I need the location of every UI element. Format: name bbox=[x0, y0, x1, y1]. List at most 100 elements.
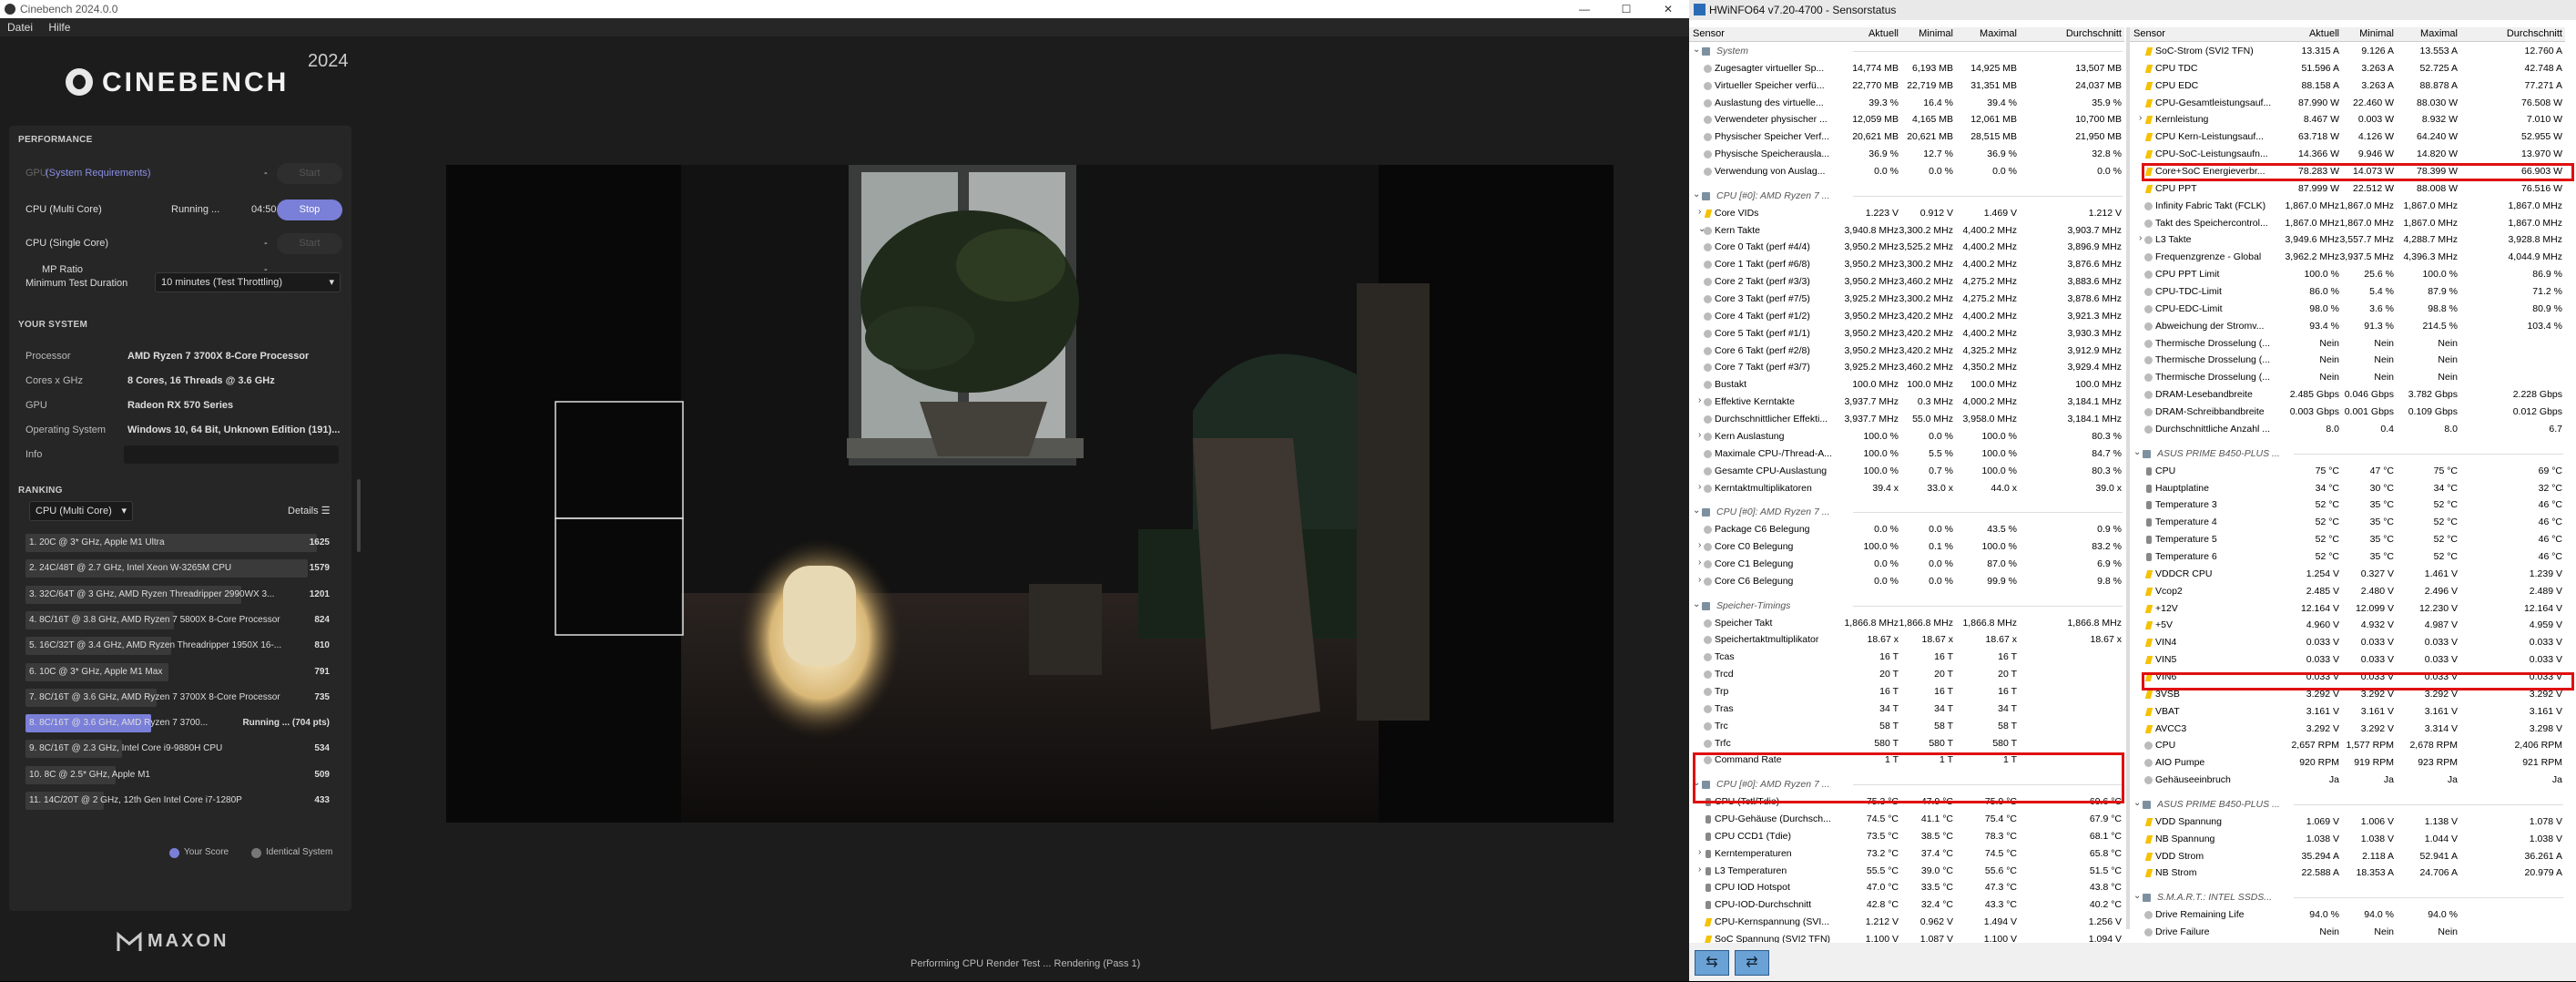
sensor-row[interactable]: Trcd 20 T 20 T 20 T bbox=[1689, 667, 2124, 682]
sensor-group-header[interactable]: ⌄ System bbox=[1689, 44, 2124, 59]
sensor-row[interactable]: › Core C6 Belegung 0.0 % 0.0 % 99.9 % 9.8 % bbox=[1689, 574, 2124, 589]
sensor-group-header[interactable]: ⌄ ASUS PRIME B450-PLUS ... bbox=[2130, 797, 2565, 813]
ranking-row[interactable]: 3. 32C/64T @ 3 GHz, AMD Ryzen Threadripp… bbox=[25, 585, 335, 604]
sensor-row[interactable]: Gehäuseeinbruch Ja Ja Ja Ja bbox=[2130, 772, 2565, 788]
sensor-row[interactable]: › Effektive Kerntakte 3,937.7 MHz 0.3 MHz 4,… bbox=[1689, 394, 2124, 410]
sensor-row[interactable]: Trfc 580 T 580 T 580 T bbox=[1689, 736, 2124, 752]
sensor-row[interactable]: CPU 75 °C 47 °C 75 °C 69 °C bbox=[2130, 464, 2565, 479]
sensor-row[interactable]: CPU TDC 51.596 A 3.263 A 52.725 A 42.748 A bbox=[2130, 61, 2565, 77]
sensor-row[interactable]: › Core VIDs 1.223 V 0.912 V 1.469 V 1.212 V bbox=[1689, 206, 2124, 221]
sensor-row[interactable]: › Kerntemperaturen 73.2 °C 37.4 °C 74.5 °C 65… bbox=[1689, 846, 2124, 862]
sensor-row[interactable]: VIN4 0.033 V 0.033 V 0.033 V 0.033 V bbox=[2130, 635, 2565, 650]
collapse-icon[interactable]: ⌄ bbox=[1693, 189, 1700, 199]
sensor-row[interactable]: VBAT 3.161 V 3.161 V 3.161 V 3.161 V bbox=[2130, 704, 2565, 720]
column-header[interactable]: Durchschnitt bbox=[2507, 28, 2562, 39]
chevron-right-icon[interactable]: › bbox=[2139, 113, 2142, 123]
details-button[interactable]: Details ☰ bbox=[288, 505, 331, 517]
maximize-button[interactable]: ☐ bbox=[1605, 0, 1647, 18]
sensor-row[interactable]: Temperature 3 52 °C 35 °C 52 °C 46 °C bbox=[2130, 497, 2565, 513]
sensor-row[interactable]: Speicher Takt 1,866.8 MHz 1,866.8 MHz 1,866… bbox=[1689, 616, 2124, 631]
sensor-row[interactable]: Drive Remaining Life 94.0 % 94.0 % 94.0 % bbox=[2130, 907, 2565, 923]
chevron-right-icon[interactable]: › bbox=[2139, 233, 2142, 243]
sensor-row[interactable]: Auslastung des virtuelle... 39.3 % 16.4 % 3… bbox=[1689, 96, 2124, 111]
sensor-row[interactable]: +5V 4.960 V 4.932 V 4.987 V 4.959 V bbox=[2130, 618, 2565, 633]
sensor-row[interactable]: CPU-Kernspannung (SVI... 1.212 V 0.962 V 1.… bbox=[1689, 915, 2124, 930]
sensor-group-header[interactable]: ⌄ CPU [#0]: AMD Ryzen 7 ... bbox=[1689, 189, 2124, 204]
sensor-row[interactable]: Takt des Speichercontrol... 1,867.0 MHz 1,… bbox=[2130, 216, 2565, 231]
chevron-right-icon[interactable]: › bbox=[1698, 482, 1701, 492]
sensor-row[interactable]: Infinity Fabric Takt (FCLK) 1,867.0 MHz 1,… bbox=[2130, 199, 2565, 214]
start-button[interactable]: Start bbox=[277, 233, 342, 254]
sensor-row[interactable]: Durchschnittliche Anzahl ... 8.0 0.4 8.0 6.7 bbox=[2130, 422, 2565, 437]
column-header[interactable]: Maximal bbox=[2420, 28, 2458, 39]
stop-button[interactable]: Stop bbox=[277, 199, 342, 220]
ranking-row[interactable]: 6. 10C @ 3* GHz, Apple M1 Max 791 bbox=[25, 662, 335, 681]
sensor-row[interactable]: Gesamte CPU-Auslastung 100.0 % 0.7 % 100.0 … bbox=[1689, 464, 2124, 479]
sensor-row[interactable]: CPU EDC 88.158 A 3.263 A 88.878 A 77.271 A bbox=[2130, 78, 2565, 94]
sensor-row[interactable]: Trc 58 T 58 T 58 T bbox=[1689, 719, 2124, 734]
sensor-group-header[interactable]: ⌄ CPU [#0]: AMD Ryzen 7 ... bbox=[1689, 505, 2124, 520]
sensor-row[interactable]: CPU IOD Hotspot 47.0 °C 33.5 °C 47.3 °C 43.8… bbox=[1689, 880, 2124, 895]
chevron-right-icon[interactable]: › bbox=[1698, 575, 1701, 585]
sensor-row[interactable]: Zugesagter virtueller Sp... 14,774 MB 6,19… bbox=[1689, 61, 2124, 77]
sensor-row[interactable]: ⌄ Kern Takte 3,940.8 MHz 3,300.2 MHz 4,400.2… bbox=[1689, 223, 2124, 239]
ranking-row[interactable]: 9. 8C/16T @ 2.3 GHz, Intel Core i9-9880H… bbox=[25, 740, 335, 759]
sensor-row[interactable]: Thermische Drosselung (... Nein Nein Nein bbox=[2130, 336, 2565, 352]
sensor-row[interactable]: Tcas 16 T 16 T 16 T bbox=[1689, 650, 2124, 665]
sensor-row[interactable]: AVCC3 3.292 V 3.292 V 3.314 V 3.298 V bbox=[2130, 721, 2565, 737]
sensor-row[interactable]: › Core C0 Belegung 100.0 % 0.1 % 100.0 % 83.2… bbox=[1689, 539, 2124, 555]
sensor-row[interactable]: CPU Kern-Leistungsauf... 63.718 W 4.126 W 6… bbox=[2130, 129, 2565, 145]
sensor-row[interactable]: Hauptplatine 34 °C 30 °C 34 °C 32 °C bbox=[2130, 481, 2565, 496]
sensor-row[interactable]: › Kern Auslastung 100.0 % 0.0 % 100.0 % 80.3 … bbox=[1689, 429, 2124, 445]
sensor-group-header[interactable]: ⌄ ASUS PRIME B450-PLUS ... bbox=[2130, 446, 2565, 462]
ranking-row[interactable]: 10. 8C @ 2.5* GHz, Apple M1 509 bbox=[25, 765, 335, 784]
sensor-row[interactable]: Trp 16 T 16 T 16 T bbox=[1689, 684, 2124, 700]
chevron-right-icon[interactable]: › bbox=[1698, 540, 1701, 550]
column-header[interactable]: Durchschnitt bbox=[2066, 28, 2122, 39]
sensor-row[interactable]: Core 1 Takt (perf #6/8) 3,950.2 MHz 3,300.… bbox=[1689, 257, 2124, 272]
sensor-group-header[interactable]: ⌄ S.M.A.R.T.: INTEL SSDS... bbox=[2130, 890, 2565, 905]
sensor-row[interactable]: Vcop2 2.485 V 2.480 V 2.496 V 2.489 V bbox=[2130, 584, 2565, 599]
ranking-select[interactable]: CPU (Multi Core) ▾ bbox=[29, 501, 133, 521]
minimize-button[interactable]: — bbox=[1563, 0, 1605, 18]
sensor-row[interactable]: NB Spannung 1.038 V 1.038 V 1.044 V 1.038 V bbox=[2130, 832, 2565, 847]
sensor-row[interactable]: Thermische Drosselung (... Nein Nein Nein bbox=[2130, 353, 2565, 368]
collapse-icon[interactable]: ⌄ bbox=[2133, 891, 2141, 901]
sensor-row[interactable]: Physischer Speicher Verf... 20,621 MB 20,6… bbox=[1689, 129, 2124, 145]
chevron-right-icon[interactable]: › bbox=[1698, 430, 1701, 440]
ranking-row[interactable]: 5. 16C/32T @ 3.4 GHz, AMD Ryzen Threadri… bbox=[25, 637, 335, 656]
sensor-row[interactable]: Bustakt 100.0 MHz 100.0 MHz 100.0 MHz 100.0 … bbox=[1689, 377, 2124, 393]
sensor-row[interactable]: Core 7 Takt (perf #3/7) 3,925.2 MHz 3,460.… bbox=[1689, 360, 2124, 375]
column-header[interactable]: Maximal bbox=[1980, 28, 2017, 39]
ranking-row[interactable]: 8. 8C/16T @ 3.6 GHz, AMD Ryzen 7 3700...… bbox=[25, 714, 335, 733]
collapse-icon[interactable]: ⌄ bbox=[1693, 506, 1700, 516]
sensor-row[interactable]: Virtueller Speicher verfü... 22,770 MB 22,… bbox=[1689, 78, 2124, 94]
sensor-row[interactable]: VDD Strom 35.294 A 2.118 A 52.941 A 36.261 A bbox=[2130, 849, 2565, 864]
min-test-select[interactable]: 10 minutes (Test Throttling) ▾ bbox=[155, 272, 341, 292]
expand-collapse-button[interactable]: ⇆ bbox=[1695, 950, 1729, 976]
sensor-row[interactable]: Maximale CPU-/Thread-A... 100.0 % 5.5 % 100… bbox=[1689, 446, 2124, 462]
sensor-row[interactable]: +12V 12.164 V 12.099 V 12.230 V 12.164 V bbox=[2130, 601, 2565, 617]
sensor-row[interactable]: CPU-EDC-Limit 98.0 % 3.6 % 98.8 % 80.9 % bbox=[2130, 302, 2565, 317]
sensor-group-header[interactable]: ⌄ Speicher-Timings bbox=[1689, 598, 2124, 614]
sensor-row[interactable]: › L3 Takte 3,949.6 MHz 3,557.7 MHz 4,288.7 M… bbox=[2130, 232, 2565, 248]
sensor-row[interactable]: NB Strom 22.588 A 18.353 A 24.706 A 20.979 A bbox=[2130, 865, 2565, 881]
sensor-row[interactable]: Core 4 Takt (perf #1/2) 3,950.2 MHz 3,420.… bbox=[1689, 309, 2124, 324]
sensor-row[interactable]: CPU-Gehäuse (Durchsch... 74.5 °C 41.1 °C 75… bbox=[1689, 812, 2124, 827]
close-button[interactable]: ✕ bbox=[1647, 0, 1689, 18]
sensor-row[interactable]: Core 5 Takt (perf #1/1) 3,950.2 MHz 3,420.… bbox=[1689, 326, 2124, 342]
sensor-row[interactable]: CPU-IOD-Durchschnitt 42.8 °C 32.4 °C 43.3 °… bbox=[1689, 897, 2124, 913]
sensor-row[interactable]: Verwendeter physischer ... 12,059 MB 4,165… bbox=[1689, 112, 2124, 128]
column-header[interactable]: Aktuell bbox=[2309, 28, 2339, 39]
sensor-row[interactable]: CPU-SoC-Leistungsaufn... 14.366 W 9.946 W 1… bbox=[2130, 147, 2565, 162]
ranking-row[interactable]: 2. 24C/48T @ 2.7 GHz, Intel Xeon W-3265M… bbox=[25, 559, 335, 578]
column-header[interactable]: Sensor bbox=[1693, 28, 1725, 39]
sensor-row[interactable]: AIO Pumpe 920 RPM 919 RPM 923 RPM 921 RPM bbox=[2130, 755, 2565, 771]
sensor-row[interactable]: CPU PPT Limit 100.0 % 25.6 % 100.0 % 86.9 % bbox=[2130, 267, 2565, 282]
sensor-row[interactable]: › Kerntaktmultiplikatoren 39.4 x 33.0 x 44.0… bbox=[1689, 481, 2124, 496]
sensor-row[interactable]: › Kernleistung 8.467 W 0.003 W 8.932 W 7.010 … bbox=[2130, 112, 2565, 128]
chevron-right-icon[interactable]: › bbox=[1698, 847, 1701, 857]
sensor-row[interactable]: CPU-TDC-Limit 86.0 % 5.4 % 87.9 % 71.2 % bbox=[2130, 284, 2565, 300]
sensor-row[interactable]: VDD Spannung 1.069 V 1.006 V 1.138 V 1.078 V bbox=[2130, 814, 2565, 830]
start-button[interactable]: Start bbox=[277, 163, 342, 184]
